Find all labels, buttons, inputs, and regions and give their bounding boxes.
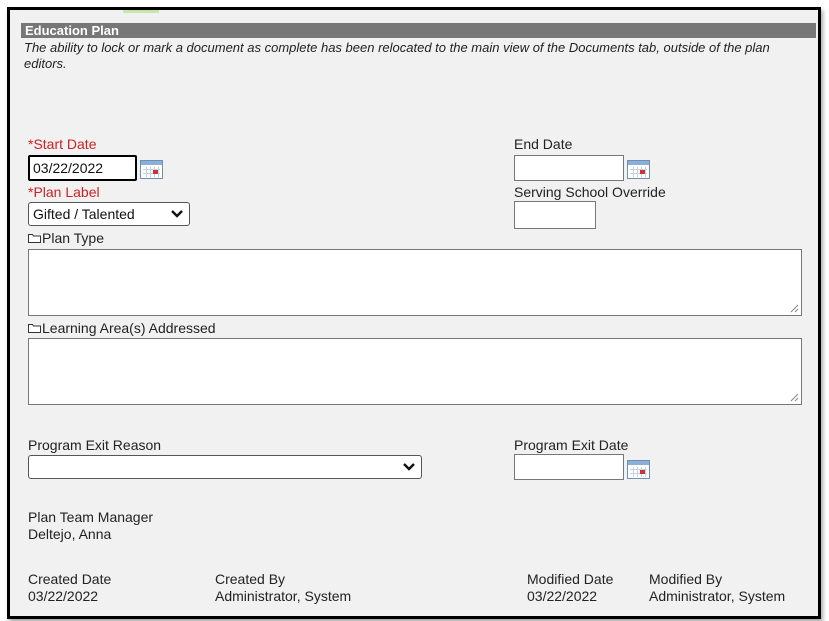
modified-date-label: Modified Date — [527, 571, 614, 587]
program-exit-date-input[interactable] — [514, 454, 624, 480]
start-date-calendar-icon[interactable] — [140, 160, 163, 179]
chevron-down-icon — [403, 463, 415, 471]
plan-label-selected-value: Gifted / Talented — [33, 206, 135, 222]
plan-label-label: *Plan Label — [28, 184, 100, 200]
chevron-down-icon — [171, 210, 183, 218]
program-exit-date-label: Program Exit Date — [514, 437, 629, 453]
resize-grip-icon[interactable] — [790, 393, 799, 402]
panel-title: Education Plan — [21, 23, 816, 38]
plan-team-manager-label: Plan Team Manager — [28, 509, 154, 525]
start-date-input[interactable] — [28, 155, 137, 181]
plan-label-select[interactable]: Gifted / Talented — [28, 202, 190, 226]
tab-accent — [123, 10, 159, 13]
start-date-label: *Start Date — [28, 136, 97, 152]
resize-grip-icon[interactable] — [790, 304, 799, 313]
program-exit-reason-label: Program Exit Reason — [28, 437, 162, 453]
program-exit-reason-select[interactable] — [28, 455, 422, 479]
serving-school-override-input[interactable] — [514, 201, 596, 229]
end-date-label: End Date — [514, 136, 573, 152]
plan-type-label: Plan Type — [42, 230, 105, 246]
folder-icon — [28, 234, 41, 243]
learning-areas-label: Learning Area(s) Addressed — [42, 320, 216, 336]
folder-icon — [28, 324, 41, 333]
plan-type-heading: Plan Type — [28, 230, 104, 246]
created-date-value: 03/22/2022 — [28, 588, 99, 604]
plan-team-manager-value: Deltejo, Anna — [28, 526, 112, 542]
learning-areas-textarea[interactable] — [28, 338, 802, 405]
plan-type-textarea[interactable] — [28, 249, 802, 316]
end-date-input[interactable] — [514, 155, 624, 181]
learning-areas-heading: Learning Area(s) Addressed — [28, 320, 216, 336]
program-exit-date-calendar-icon[interactable] — [627, 460, 650, 479]
created-by-label: Created By — [215, 571, 286, 587]
created-by-value: Administrator, System — [215, 588, 352, 604]
created-date-label: Created Date — [28, 571, 112, 587]
modified-by-label: Modified By — [649, 571, 723, 587]
end-date-calendar-icon[interactable] — [627, 160, 650, 179]
modified-date-value: 03/22/2022 — [527, 588, 598, 604]
education-plan-editor: Education Plan The ability to lock or ma… — [7, 7, 821, 619]
relocation-notice: The ability to lock or mark a document a… — [24, 40, 770, 71]
modified-by-value: Administrator, System — [649, 588, 786, 604]
serving-school-override-label: Serving School Override — [514, 184, 666, 200]
